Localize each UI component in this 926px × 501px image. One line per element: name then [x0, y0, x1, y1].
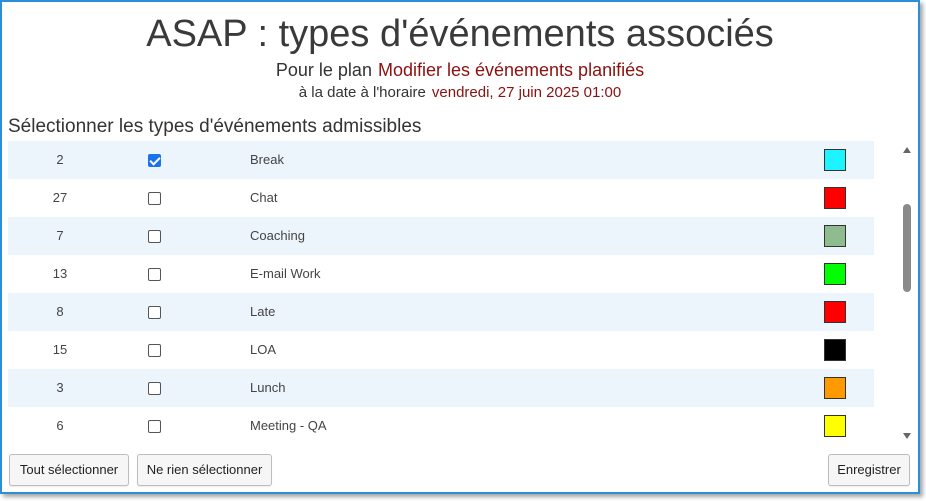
event-type-name: Meeting - QA — [250, 418, 327, 433]
event-type-id: 15 — [52, 342, 68, 357]
event-type-list: 2 Break 27 Chat 7 Coaching 13 E-mail Wor… — [8, 141, 900, 441]
event-type-name: E-mail Work — [250, 266, 321, 281]
event-type-checkbox[interactable] — [148, 230, 161, 243]
page-title: ASAP : types d'événements associés — [146, 13, 774, 55]
event-type-name: Late — [250, 304, 276, 319]
event-type-checkbox[interactable] — [148, 306, 161, 319]
color-swatch — [824, 339, 846, 361]
dialog-window: ASAP : types d'événements associés Pour … — [0, 0, 920, 494]
color-swatch — [824, 225, 846, 247]
save-button[interactable]: Enregistrer — [828, 454, 910, 486]
event-type-id: 8 — [56, 304, 64, 319]
list-scrollbar[interactable] — [900, 141, 914, 441]
select-all-button[interactable]: Tout sélectionner — [9, 454, 129, 486]
date-label: à la date à l'horaire — [298, 84, 426, 101]
plan-line: Pour le plan Modifier les événements plan… — [2, 59, 918, 81]
color-swatch — [824, 149, 846, 171]
event-type-checkbox[interactable] — [148, 420, 161, 433]
event-type-checkbox[interactable] — [148, 192, 161, 205]
list-item: 2 Break — [8, 141, 874, 179]
scroll-down-arrow-icon[interactable] — [903, 433, 911, 439]
event-type-checkbox[interactable] — [148, 268, 161, 281]
plan-label: Pour le plan — [275, 60, 372, 80]
event-type-checkbox[interactable] — [148, 382, 161, 395]
event-type-name: Break — [250, 152, 284, 167]
select-none-button[interactable]: Ne rien sélectionner — [137, 454, 272, 486]
event-type-checkbox[interactable] — [148, 344, 161, 357]
event-type-name: LOA — [250, 342, 277, 357]
event-type-name: Chat — [250, 190, 278, 205]
event-type-id: 27 — [52, 190, 68, 205]
list-item: 3 Lunch — [8, 369, 874, 407]
date-line: à la date à l'horaire vendredi, 27 juin 2… — [2, 84, 918, 102]
list-item: 8 Late — [8, 293, 874, 331]
event-type-id: 7 — [56, 228, 64, 243]
color-swatch — [824, 301, 846, 323]
event-type-id: 13 — [52, 266, 68, 281]
list-item: 7 Coaching — [8, 217, 874, 255]
event-type-checkbox[interactable] — [148, 154, 161, 167]
color-swatch — [824, 415, 846, 437]
section-label: Sélectionner les types d'événements admi… — [8, 116, 422, 137]
list-item: 15 LOA — [8, 331, 874, 369]
event-type-name: Lunch — [250, 380, 286, 395]
event-type-id: 6 — [56, 418, 64, 433]
event-type-id: 2 — [56, 152, 64, 167]
date-value: vendredi, 27 juin 2025 01:00 — [431, 84, 622, 101]
scroll-thumb[interactable] — [903, 204, 911, 292]
list-item: 27 Chat — [8, 179, 874, 217]
color-swatch — [824, 263, 846, 285]
scroll-up-arrow-icon[interactable] — [903, 147, 911, 153]
color-swatch — [824, 377, 846, 399]
color-swatch — [824, 187, 846, 209]
event-type-id: 3 — [56, 380, 64, 395]
list-item: 6 Meeting - QA — [8, 407, 874, 441]
list-item: 13 E-mail Work — [8, 255, 874, 293]
event-type-name: Coaching — [250, 228, 305, 243]
plan-value: Modifier les événements planifiés — [377, 60, 645, 80]
